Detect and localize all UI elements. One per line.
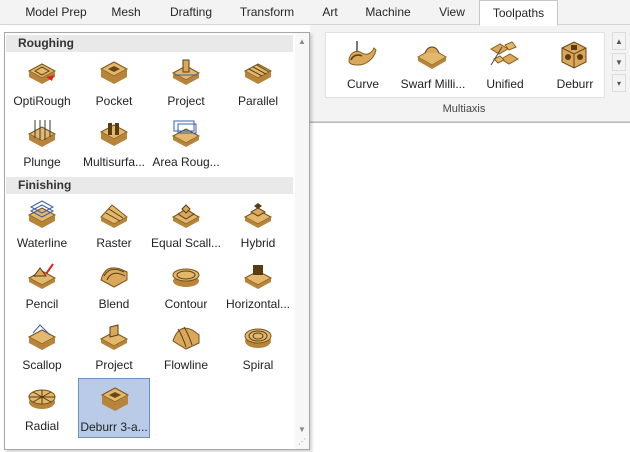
contour-label: Contour: [164, 297, 208, 311]
pencil-label: Pencil: [25, 297, 59, 311]
canvas-divider: [310, 122, 630, 123]
pocket-icon: [99, 61, 129, 84]
project-rough-icon: [171, 59, 201, 85]
scallop-icon: [27, 324, 57, 350]
equal-scallop-label: Equal Scall...: [150, 236, 222, 250]
project-rough-label: Project: [167, 94, 205, 108]
scallop-item[interactable]: Scallop: [6, 317, 78, 377]
area-roughing-icon: [171, 120, 201, 147]
tab-art[interactable]: Art: [315, 0, 345, 25]
gallery-scroll-down-icon[interactable]: ▼: [612, 53, 626, 71]
waterline-item[interactable]: Waterline: [6, 195, 78, 255]
radial-label: Radial: [24, 419, 60, 433]
multisurface-item[interactable]: Multisurfa...: [78, 114, 150, 174]
pocket-label: Pocket: [95, 94, 133, 108]
hybrid-label: Hybrid: [240, 236, 276, 250]
flowline-label: Flowline: [163, 358, 208, 372]
deburr-3axis-item[interactable]: Deburr 3-a...: [78, 378, 150, 438]
blend-icon: [100, 267, 128, 288]
equal-scallop-item[interactable]: Equal Scall...: [150, 195, 222, 255]
contour-item[interactable]: Contour: [150, 256, 222, 316]
tab-mesh[interactable]: Mesh: [102, 0, 150, 25]
horizontal-item[interactable]: Horizontal...: [222, 256, 294, 316]
swarf-milling-icon: [416, 46, 448, 69]
project-finish-item[interactable]: Project: [78, 317, 150, 377]
blend-label: Blend: [98, 297, 130, 311]
unified-label: Unified: [486, 77, 524, 91]
parallel-item[interactable]: Parallel: [222, 53, 294, 113]
swarf-milling-button[interactable]: Swarf Milli...: [398, 33, 468, 97]
hybrid-icon: [243, 203, 273, 228]
parallel-icon: [243, 63, 273, 84]
waterline-icon: [27, 200, 57, 228]
tab-transform[interactable]: Transform: [232, 0, 302, 25]
curve-button[interactable]: Curve: [328, 33, 398, 97]
swarf-milling-label: Swarf Milli...: [400, 77, 466, 91]
ribbon-tab-bar: Model Prep Mesh Drafting Transform Art M…: [0, 0, 630, 26]
resize-grip-icon[interactable]: ⋰: [298, 437, 308, 447]
scroll-down-icon[interactable]: ▼: [297, 425, 307, 435]
waterline-label: Waterline: [16, 236, 68, 250]
gallery-scrollbar[interactable]: ▲ ▼: [295, 33, 309, 449]
ribbon-panel: Curve Swarf Milli... Unified Deburr ▲ ▼ …: [310, 25, 630, 122]
raster-icon: [100, 204, 128, 228]
pencil-item[interactable]: Pencil: [6, 256, 78, 316]
curve-label: Curve: [346, 77, 379, 91]
unified-toolpath-icon: [490, 41, 519, 66]
equal-scallop-icon: [171, 204, 201, 228]
group-label: Multiaxis: [442, 103, 486, 115]
gallery-scroll-up-icon[interactable]: ▲: [612, 32, 626, 50]
spiral-item[interactable]: Spiral: [222, 317, 294, 377]
tab-toolpaths[interactable]: Toolpaths: [479, 0, 558, 26]
optirough-label: OptiRough: [13, 94, 71, 108]
deburr-3axis-label: Deburr 3-a...: [80, 420, 148, 434]
tab-view[interactable]: View: [433, 0, 471, 25]
pocket-item[interactable]: Pocket: [78, 53, 150, 113]
multiaxis-gallery: Curve Swarf Milli... Unified Deburr: [325, 32, 605, 98]
tab-machine[interactable]: Machine: [357, 0, 419, 25]
section-header-roughing: Roughing: [6, 35, 293, 52]
contour-icon: [172, 268, 200, 287]
pencil-icon: [27, 263, 57, 289]
multisurface-label: Multisurfa...: [82, 155, 145, 169]
project-rough-item[interactable]: Project: [150, 53, 222, 113]
scallop-label: Scallop: [22, 358, 62, 372]
blend-item[interactable]: Blend: [78, 256, 150, 316]
parallel-label: Parallel: [237, 94, 279, 108]
raster-item[interactable]: Raster: [78, 195, 150, 255]
gallery-expand-icon[interactable]: ▾: [612, 74, 626, 92]
horizontal-icon: [243, 265, 273, 289]
plunge-label: Plunge: [23, 155, 61, 169]
deburr-icon: [561, 41, 587, 69]
deburr-3axis-icon: [100, 387, 130, 411]
spiral-icon: [244, 328, 272, 348]
scroll-up-icon[interactable]: ▲: [297, 37, 307, 47]
plunge-item[interactable]: Plunge: [6, 114, 78, 174]
curve-toolpath-icon: [348, 41, 377, 66]
project-finish-icon: [99, 324, 129, 350]
section-header-finishing: Finishing: [6, 177, 293, 194]
toolpath-gallery-dropdown: Roughing OptiRough Pocket Project Parall…: [4, 32, 310, 450]
optirough-item[interactable]: OptiRough: [6, 53, 78, 113]
raster-label: Raster: [96, 236, 132, 250]
tab-model-prep[interactable]: Model Prep: [15, 0, 97, 25]
tab-drafting[interactable]: Drafting: [160, 0, 222, 25]
radial-icon: [28, 389, 56, 409]
flowline-item[interactable]: Flowline: [150, 317, 222, 377]
optirough-icon: [27, 63, 57, 84]
area-roughing-label: Area Roug...: [152, 155, 220, 169]
radial-item[interactable]: Radial: [6, 378, 78, 438]
horizontal-label: Horizontal...: [225, 297, 291, 311]
unified-button[interactable]: Unified: [470, 33, 540, 97]
multisurface-icon: [99, 123, 129, 146]
flowline-icon: [172, 326, 200, 350]
spiral-label: Spiral: [242, 358, 274, 372]
plunge-icon: [27, 120, 57, 147]
hybrid-item[interactable]: Hybrid: [222, 195, 294, 255]
project-finish-label: Project: [95, 358, 133, 372]
area-roughing-item[interactable]: Area Roug...: [150, 114, 222, 174]
deburr-button[interactable]: Deburr: [540, 33, 610, 97]
deburr-label: Deburr: [556, 77, 594, 91]
